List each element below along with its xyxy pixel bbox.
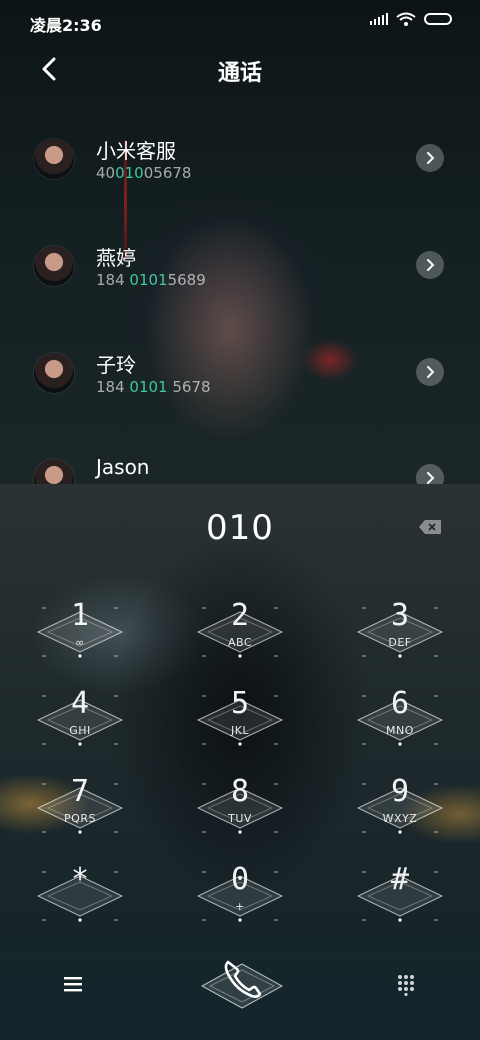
key-letters: MNO [386,724,414,737]
dial-key[interactable]: * [34,862,126,924]
contact-row[interactable]: Jason [0,450,480,484]
dial-key[interactable]: 9 WXYZ [354,774,446,836]
key-digit: 2 [230,598,250,633]
call-button[interactable] [196,952,288,1012]
contact-name: Jason [96,455,150,479]
key-digit: 7 [70,774,90,809]
keypad-grid-icon [398,975,414,996]
avatar [34,353,74,393]
key-letters: ABC [227,636,253,649]
key-letters: + [235,900,245,913]
dial-key[interactable]: 0 + [194,862,286,924]
key-digit: 3 [390,598,410,633]
contact-row[interactable]: 小米客服 4001005678 [0,130,480,210]
backspace-icon [419,520,441,534]
dial-key[interactable]: 1 ∞ [34,598,126,660]
contact-name: 子玲 [96,353,136,377]
key-letters: WXYZ [382,812,418,825]
key-letters: GHI [69,724,91,737]
avatar [34,139,74,179]
page-title: 通话 [217,61,262,86]
key-digit: * [70,862,90,897]
key-letters: TUV [228,812,252,825]
contact-detail-button[interactable] [416,464,444,484]
contact-row[interactable]: 燕婷 184 01015689 [0,237,480,317]
contact-detail-button[interactable] [416,358,444,386]
menu-icon [64,977,82,992]
status-time: 凌晨2:36 [30,16,102,35]
key-digit: 1 [70,598,90,633]
key-digit: # [390,862,410,897]
contact-name: 燕婷 [96,246,136,270]
dial-key[interactable]: 4 GHI [34,686,126,748]
dial-key[interactable]: # [354,862,446,924]
dial-key[interactable]: 2 ABC [194,598,286,660]
signal-icon [370,13,388,25]
key-letters: JKL [230,724,250,737]
chevron-right-icon [427,152,435,164]
contact-number: 184 01015689 [96,271,206,289]
dial-key[interactable]: 3 DEF [354,598,446,660]
menu-button[interactable] [62,975,84,993]
contact-name: 小米客服 [96,139,176,163]
key-digit: 8 [230,774,250,809]
key-letters: ∞ [75,636,85,649]
contact-detail-button[interactable] [416,251,444,279]
dial-key[interactable]: 8 TUV [194,774,286,836]
wifi-icon [396,12,416,26]
contact-number: 184 0101 5678 [96,378,211,396]
key-digit: 5 [230,686,250,721]
key-digit: 0 [230,862,250,897]
key-letters: PQRS [64,812,96,825]
avatar [34,246,74,286]
dial-key[interactable]: 5 JKL [194,686,286,748]
dialed-number: 010 [206,508,274,548]
keypad-toggle-button[interactable] [396,974,416,996]
chevron-right-icon [427,472,435,484]
dial-key[interactable]: 6 MNO [354,686,446,748]
key-letters: DEF [388,636,412,649]
dial-key[interactable]: 7 PQRS [34,774,126,836]
chevron-right-icon [427,366,435,378]
avatar [34,459,74,484]
chevron-right-icon [427,259,435,271]
contact-detail-button[interactable] [416,144,444,172]
status-icons [370,12,452,26]
battery-icon [424,13,452,25]
backspace-button[interactable] [418,519,442,535]
contact-row[interactable]: 子玲 184 0101 5678 [0,344,480,424]
contact-number: 4001005678 [96,164,192,182]
key-digit: 9 [390,774,410,809]
key-digit: 6 [390,686,410,721]
key-digit: 4 [70,686,90,721]
